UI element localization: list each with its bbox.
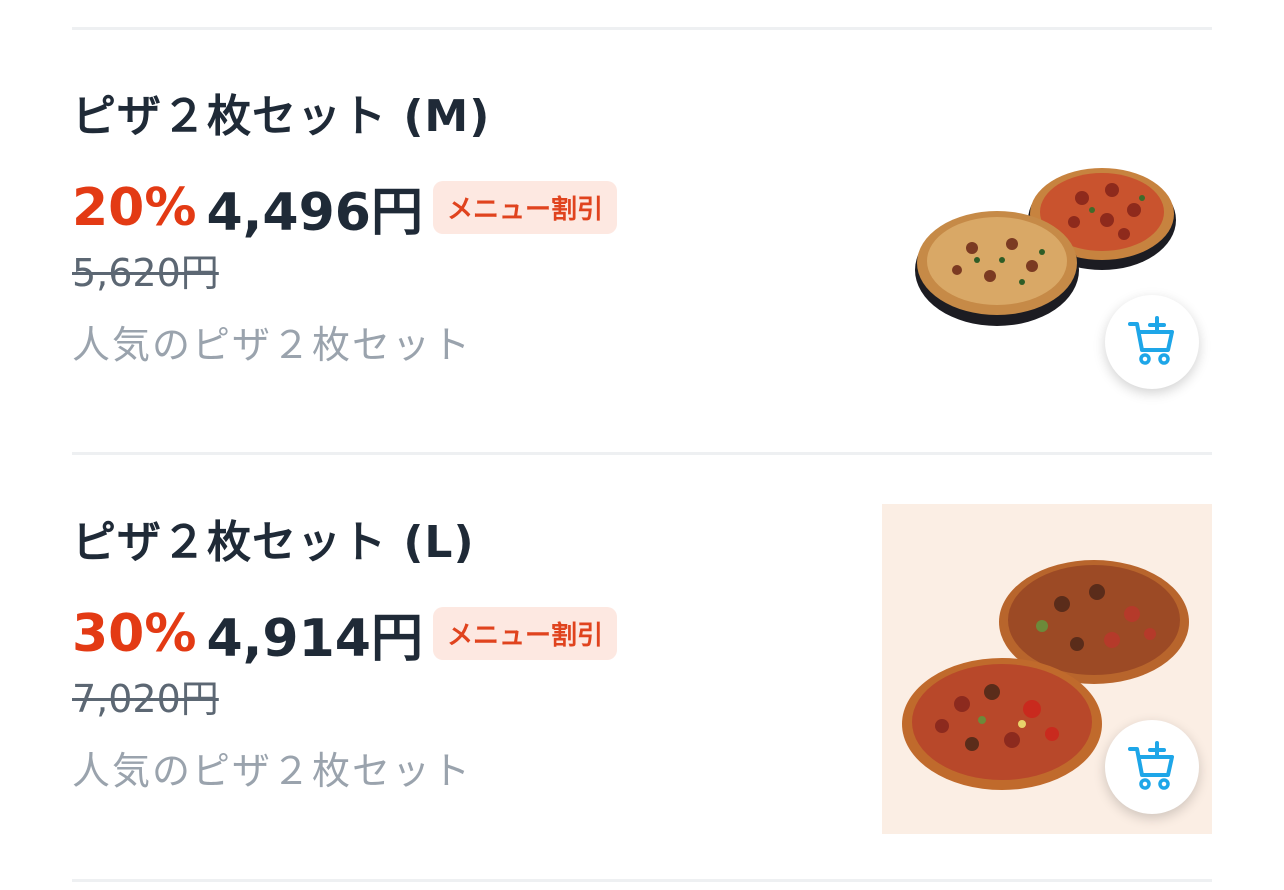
sale-price: 4,496円 [206,183,423,243]
item-title: ピザ２枚セット (M) [72,91,491,142]
price-row: 20% 4,496円 メニュー割引 [72,170,617,245]
add-to-cart-button[interactable] [1105,720,1199,814]
divider-bottom [72,879,1212,882]
sale-price: 4,914円 [206,609,423,669]
discount-badge: メニュー割引 [432,607,617,660]
add-to-cart-button[interactable] [1105,295,1199,389]
menu-item[interactable]: ピザ２枚セット (L) 30% 4,914円 メニュー割引 7,020円 人気の… [72,456,1212,879]
price-row: 30% 4,914円 メニュー割引 [72,596,617,671]
item-title: ピザ２枚セット (L) [72,517,475,568]
discount-rate: 30% [72,603,197,664]
cart-plus-icon [1128,316,1174,365]
divider-middle [72,452,1212,455]
discount-rate: 20% [72,177,197,238]
discount-badge: メニュー割引 [432,181,617,234]
menu-item[interactable]: ピザ２枚セット (M) 20% 4,496円 メニュー割引 5,620円 人気の… [72,30,1212,453]
item-description: 人気のピザ２枚セット [72,323,473,367]
original-price: 7,020円 [72,677,219,721]
cart-plus-icon [1128,741,1174,790]
item-description: 人気のピザ２枚セット [72,749,473,793]
original-price: 5,620円 [72,251,219,295]
